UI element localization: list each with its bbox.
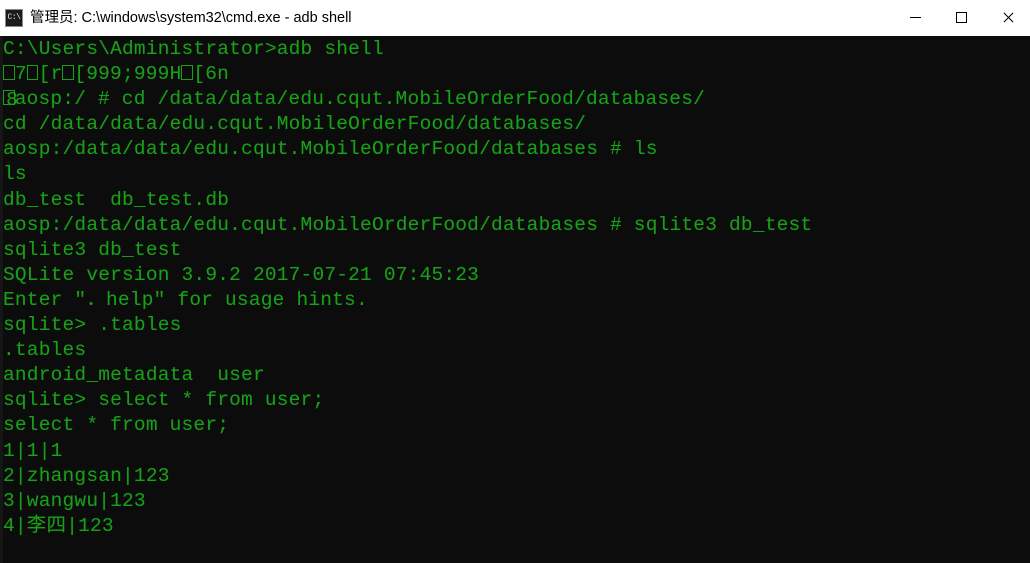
console-line: 1|1|1 — [3, 439, 63, 462]
console-line: 2|zhangsan|123 — [3, 464, 170, 487]
console-line: android_metadata user — [3, 364, 265, 387]
console-line: sqlite> .tables — [3, 314, 182, 337]
console-line: cd /data/data/edu.cqut.MobileOrderFood/d… — [3, 113, 587, 136]
console-lines: C:\Users\Administrator>adb shell 7 [r [999;… — [3, 37, 1030, 539]
minimize-button[interactable] — [892, 0, 938, 35]
title-bar[interactable]: C:\ 管理员: C:\windows\system32\cmd.exe - a… — [0, 0, 1030, 36]
console-line: Enter "．help" for usage hints. — [3, 288, 368, 311]
console-line: SQLite version 3.9.2 2017-07-21 07:45:23 — [3, 263, 480, 286]
console-line: 7 [r [999;999H [6n — [3, 62, 1030, 87]
console-line: db_test db_test.db — [3, 188, 230, 211]
console-line: 3|wangwu|123 — [3, 489, 146, 512]
minimize-icon — [909, 17, 921, 18]
console-line: ls — [3, 163, 27, 186]
cmd-icon-label: C:\ — [7, 12, 21, 22]
console-line: 4|李四|123 — [3, 514, 114, 537]
console-line: sqlite3 db_test — [3, 238, 182, 261]
console-line: aosp:/data/data/edu.cqut.MobileOrderFood… — [3, 138, 658, 161]
cmd-icon: C:\ — [5, 8, 23, 27]
console-line: .tables — [3, 339, 87, 362]
escape-glyph — [181, 65, 194, 81]
cmd-window: C:\ 管理员: C:\windows\system32\cmd.exe - a… — [0, 0, 1030, 563]
close-icon — [1002, 12, 1013, 23]
window-controls — [892, 0, 1030, 35]
escape-glyph — [62, 65, 75, 81]
console-line: sqlite> select * from user; — [3, 389, 325, 412]
escape-glyph — [26, 65, 39, 81]
console-line: select * from user; — [3, 414, 230, 437]
maximize-icon — [955, 12, 967, 23]
escape-glyph — [3, 65, 15, 81]
console-line: 8 aosp:/ # cd /data/data/edu.cqut.MobileO… — [3, 87, 1030, 112]
window-title: 管理员: C:\windows\system32\cmd.exe - adb s… — [30, 9, 352, 26]
close-button[interactable] — [984, 0, 1030, 35]
console-line: aosp:/data/data/edu.cqut.MobileOrderFood… — [3, 213, 813, 236]
console-output-area[interactable]: C:\Users\Administrator>adb shell 7 [r [999;… — [0, 36, 1030, 563]
maximize-button[interactable] — [938, 0, 984, 35]
escape-glyph: 8 — [3, 88, 18, 113]
console-line: C:\Users\Administrator>adb shell — [3, 38, 384, 60]
